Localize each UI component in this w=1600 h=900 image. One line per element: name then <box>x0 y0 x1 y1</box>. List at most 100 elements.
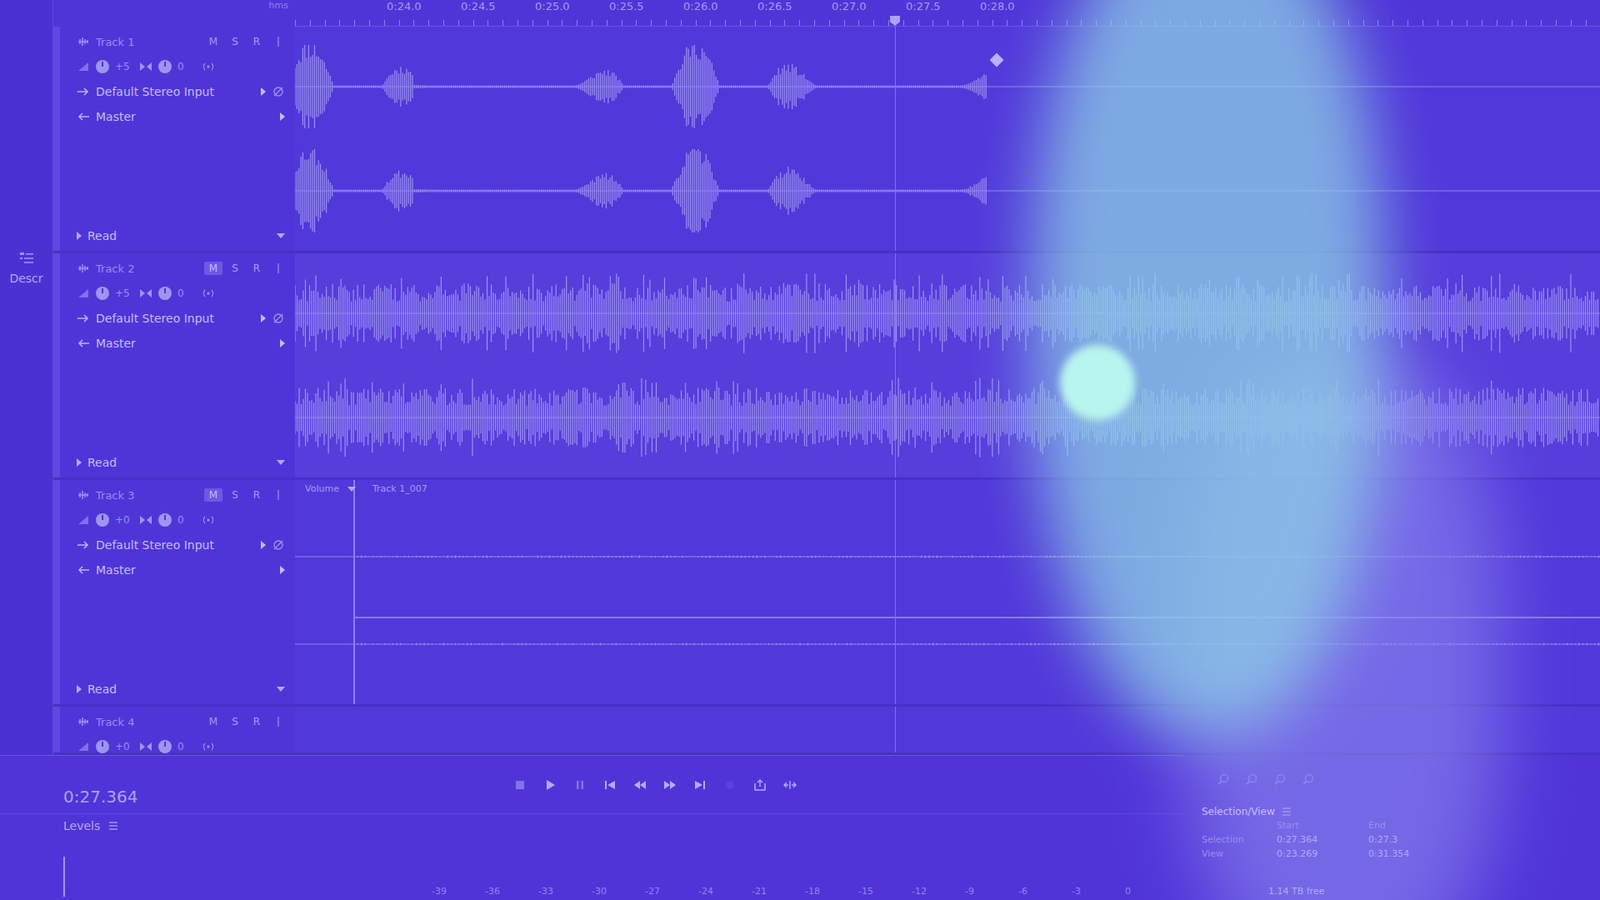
pan-value[interactable]: 0 <box>177 740 196 753</box>
selection-view-title[interactable]: Selection/View <box>1201 805 1275 818</box>
expand-arrow-icon[interactable] <box>260 314 266 323</box>
stereo-icon[interactable] <box>201 60 215 74</box>
track-toggle-button[interactable]: S <box>225 35 245 49</box>
track-toggle-button[interactable]: S <box>225 488 245 502</box>
volume-value[interactable]: +5 <box>115 60 134 73</box>
rewind-icon[interactable] <box>633 778 647 792</box>
track-menu-icon[interactable] <box>271 261 285 275</box>
phase-invert-icon[interactable] <box>271 85 285 99</box>
track-toggle-button[interactable]: S <box>225 261 245 275</box>
play-icon[interactable] <box>543 778 557 792</box>
record-icon[interactable] <box>723 778 737 792</box>
track-menu-icon[interactable] <box>271 35 285 49</box>
track-toggle-button[interactable]: R <box>247 488 266 502</box>
fast-forward-icon[interactable] <box>663 778 677 792</box>
track-lane[interactable] <box>295 253 1600 478</box>
zoom-icon[interactable] <box>1301 772 1315 786</box>
track-output[interactable]: Master <box>95 110 275 124</box>
volume-knob[interactable] <box>95 60 110 74</box>
skip-start-icon[interactable] <box>603 778 617 792</box>
volume-value[interactable]: +0 <box>115 740 134 753</box>
automation-mode[interactable]: Read <box>87 455 117 470</box>
dropdown-arrow-icon[interactable] <box>347 486 356 492</box>
waveform-channel[interactable] <box>295 271 1600 355</box>
automation-mode[interactable]: Read <box>87 682 117 696</box>
track-name[interactable]: Track 2 <box>95 262 199 275</box>
track-output[interactable]: Master <box>95 336 275 350</box>
playhead-marker[interactable] <box>890 15 900 26</box>
zoom-icon[interactable] <box>1216 772 1230 786</box>
track-toggle-button[interactable]: M <box>204 715 223 729</box>
track-toggle-button[interactable]: R <box>247 35 266 49</box>
track-menu-icon[interactable] <box>271 488 285 502</box>
timeline-ruler[interactable]: 0:24.00:24.50:25.00:25.50:26.00:26.50:27… <box>295 0 1600 27</box>
track-menu-icon[interactable] <box>271 715 285 729</box>
waveform-channel[interactable] <box>295 149 1600 233</box>
dropdown-arrow-icon[interactable] <box>276 686 285 692</box>
track-toggle-button[interactable]: S <box>225 715 245 729</box>
stereo-icon[interactable] <box>201 740 215 754</box>
expand-arrow-icon[interactable] <box>280 112 285 121</box>
skip-selection-icon[interactable] <box>783 778 797 792</box>
dropdown-arrow-icon[interactable] <box>276 233 285 239</box>
expand-arrow-icon[interactable] <box>280 339 285 348</box>
zoom-icon[interactable] <box>1245 772 1259 786</box>
loop-icon[interactable] <box>753 778 767 792</box>
track-toggle-button[interactable]: R <box>247 261 266 275</box>
waveform-channel[interactable] <box>295 523 1600 590</box>
panel-menu-icon[interactable] <box>106 819 120 833</box>
side-panel-label[interactable]: Descr <box>9 271 43 285</box>
track-toggle-button[interactable]: R <box>247 715 266 729</box>
zoom-icon[interactable] <box>1273 772 1287 786</box>
properties-icon[interactable] <box>18 250 35 267</box>
track-name[interactable]: Track 1 <box>95 35 199 49</box>
automation-mode[interactable]: Read <box>87 229 117 243</box>
dropdown-arrow-icon[interactable] <box>276 460 285 465</box>
pause-icon[interactable] <box>573 778 587 792</box>
track-lane[interactable]: VolumeTrack 1_007 <box>295 480 1600 705</box>
waveform-channel[interactable] <box>295 610 1600 678</box>
expand-arrow-icon[interactable] <box>280 565 285 575</box>
stereo-icon[interactable] <box>201 513 215 527</box>
stop-icon[interactable] <box>513 778 527 792</box>
volume-value[interactable]: +0 <box>115 514 134 526</box>
levels-title[interactable]: Levels <box>63 819 100 833</box>
panel-menu-icon[interactable] <box>1280 805 1294 819</box>
track-lane[interactable] <box>295 26 1600 251</box>
end-field[interactable]: 0:31.354 <box>1368 848 1460 860</box>
waveform-channel[interactable] <box>295 375 1600 460</box>
pan-value[interactable]: 0 <box>177 514 196 526</box>
volume-value[interactable]: +5 <box>115 287 134 300</box>
expand-arrow-icon[interactable] <box>260 540 266 550</box>
pan-knob[interactable] <box>158 740 172 754</box>
phase-invert-icon[interactable] <box>271 311 285 325</box>
track-lane[interactable] <box>295 706 1600 753</box>
pan-value[interactable]: 0 <box>177 60 196 73</box>
end-field[interactable]: 0:27.3 <box>1368 834 1460 845</box>
track-toggle-button[interactable]: M <box>204 488 223 502</box>
clip-envelope-select[interactable]: Volume <box>305 483 340 495</box>
volume-knob[interactable] <box>95 513 110 527</box>
track-input[interactable]: Default Stereo Input <box>95 311 255 325</box>
stereo-icon[interactable] <box>201 286 215 300</box>
expand-automation-icon[interactable] <box>76 685 82 694</box>
pan-knob[interactable] <box>158 513 172 527</box>
track-name[interactable]: Track 4 <box>95 715 199 729</box>
pan-knob[interactable] <box>158 60 172 74</box>
pan-knob[interactable] <box>158 286 172 300</box>
pan-value[interactable]: 0 <box>177 287 196 300</box>
track-output[interactable]: Master <box>95 563 275 577</box>
clip-end-handle[interactable] <box>990 53 1005 68</box>
track-toggle-button[interactable]: M <box>204 35 223 49</box>
volume-knob[interactable] <box>95 740 110 754</box>
waveform-channel[interactable] <box>295 45 1600 129</box>
track-name[interactable]: Track 3 <box>95 489 199 502</box>
phase-invert-icon[interactable] <box>271 538 285 552</box>
volume-knob[interactable] <box>95 286 110 300</box>
clip-edge[interactable] <box>353 480 355 705</box>
track-input[interactable]: Default Stereo Input <box>95 85 255 99</box>
start-field[interactable]: 0:23.269 <box>1276 848 1369 860</box>
expand-automation-icon[interactable] <box>76 231 82 240</box>
track-toggle-button[interactable]: M <box>204 261 223 275</box>
start-field[interactable]: 0:27.364 <box>1276 834 1369 845</box>
